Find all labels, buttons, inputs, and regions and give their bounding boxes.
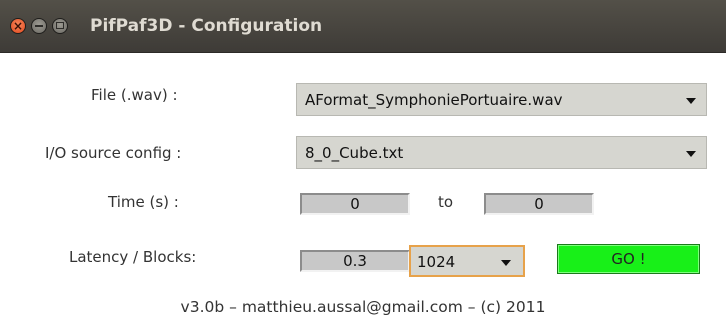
chevron-down-icon — [501, 260, 511, 266]
chevron-down-icon — [686, 151, 696, 157]
window-title: PifPaf3D - Configuration — [90, 16, 323, 36]
time-to-label: to — [438, 193, 454, 211]
file-select-value: AFormat_SymphoniePortuaire.wav — [305, 91, 563, 109]
maximize-button[interactable] — [52, 18, 68, 34]
time-from-input[interactable]: 0 — [300, 193, 410, 215]
file-label: File (.wav) : — [91, 86, 178, 104]
close-button[interactable]: × — [10, 18, 26, 34]
minimize-icon — [35, 25, 43, 27]
title-bar[interactable]: × PifPaf3D - Configuration — [0, 0, 726, 53]
time-label: Time (s) : — [108, 193, 179, 211]
footer-credits: v3.0b – matthieu.aussal@gmail.com – (c) … — [180, 298, 546, 316]
blocks-select-value: 1024 — [417, 253, 456, 271]
latency-input[interactable]: 0.3 — [300, 250, 410, 272]
minimize-button[interactable] — [31, 18, 47, 34]
io-config-select-value: 8_0_Cube.txt — [305, 144, 404, 162]
blocks-select[interactable]: 1024 — [409, 245, 525, 277]
maximize-icon — [56, 22, 64, 29]
close-icon: × — [12, 19, 24, 33]
io-config-label: I/O source config : — [45, 144, 182, 162]
latency-blocks-label: Latency / Blocks: — [69, 248, 197, 266]
file-select[interactable]: AFormat_SymphoniePortuaire.wav — [296, 83, 707, 116]
io-config-select[interactable]: 8_0_Cube.txt — [296, 136, 707, 169]
time-to-input[interactable]: 0 — [484, 193, 594, 215]
chevron-down-icon — [686, 98, 696, 104]
go-button[interactable]: GO ! — [557, 244, 700, 274]
